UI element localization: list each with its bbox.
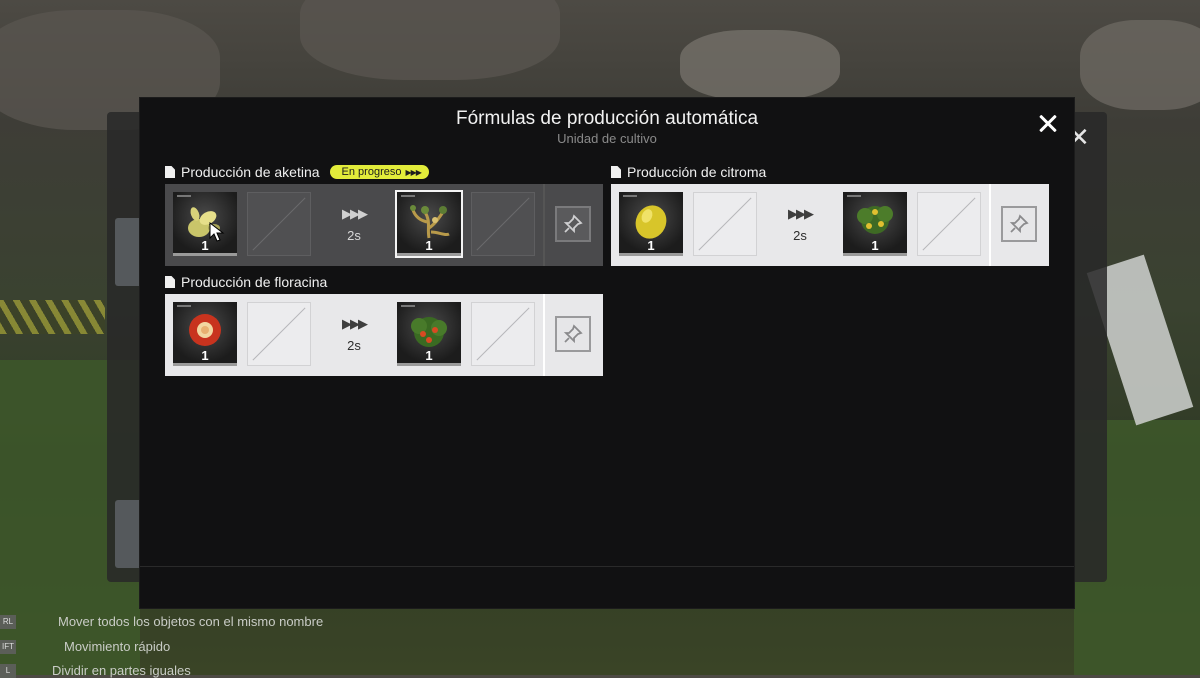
input-slot[interactable]: 1 — [173, 192, 237, 256]
production-formulas-dialog: Fórmulas de producción automática Unidad… — [140, 98, 1074, 608]
pin-icon — [563, 324, 583, 344]
key-hint: IFT — [0, 640, 16, 654]
item-tag — [177, 305, 191, 307]
process-time: 2s — [347, 228, 361, 243]
empty-output-slot — [917, 192, 981, 256]
empty-output-slot — [471, 192, 535, 256]
storage-tab-icon[interactable] — [115, 500, 143, 568]
pin-button[interactable] — [555, 316, 591, 352]
formula-row: 1 ▶▶▶ 2s 1 — [611, 184, 1049, 266]
hint-move-all: Mover todos los objetos con el mismo nom… — [58, 614, 324, 629]
item-tag — [401, 195, 415, 197]
pin-area — [989, 184, 1049, 266]
empty-input-slot — [247, 302, 311, 366]
pin-icon — [1009, 214, 1029, 234]
process-indicator: ▶▶▶ 2s — [329, 206, 379, 243]
process-time: 2s — [793, 228, 807, 243]
item-count: 1 — [871, 238, 879, 253]
item-tag — [847, 195, 861, 197]
item-count: 1 — [425, 238, 433, 253]
empty-input-slot — [247, 192, 311, 256]
empty-input-slot — [693, 192, 757, 256]
item-tag — [177, 195, 191, 197]
footer-divider — [140, 566, 1074, 567]
close-button[interactable] — [1033, 108, 1063, 138]
briefcase-tab-icon[interactable] — [115, 218, 143, 286]
input-slot[interactable]: 1 — [173, 302, 237, 366]
progress-arrows-icon: ▶▶▶ — [405, 167, 422, 177]
citroma-seed-icon — [635, 205, 667, 239]
formula-name: Producción de citroma — [627, 164, 767, 180]
pin-button[interactable] — [555, 206, 591, 242]
formula-aketina: Producción de aketina En progreso ▶▶▶ 1 — [165, 163, 603, 266]
formula-citroma: Producción de citroma 1 ▶▶▶ 2s 1 — [611, 163, 1049, 266]
process-time: 2s — [347, 338, 361, 353]
rock — [1080, 20, 1200, 110]
hint-split-equal: Dividir en partes iguales — [52, 663, 191, 678]
item-count: 1 — [201, 348, 209, 363]
pin-area — [543, 294, 603, 376]
item-count: 1 — [201, 238, 209, 253]
aketina-plant-icon — [410, 205, 450, 239]
output-slot[interactable]: 1 — [843, 192, 907, 256]
pin-button[interactable] — [1001, 206, 1037, 242]
status-badge-label: En progreso — [341, 166, 402, 178]
document-icon — [165, 166, 175, 178]
arrows-icon: ▶▶▶ — [342, 206, 368, 221]
rock — [300, 0, 560, 80]
pin-area — [543, 184, 603, 266]
dialog-title: Fórmulas de producción automática — [455, 108, 759, 129]
item-tag — [401, 305, 415, 307]
item-count: 1 — [425, 348, 433, 363]
formula-name: Producción de floracina — [181, 274, 328, 290]
process-indicator: ▶▶▶ 2s — [329, 316, 379, 353]
item-count: 1 — [647, 238, 655, 253]
floracina-seed-icon — [189, 314, 221, 346]
item-tag — [623, 195, 637, 197]
key-hint: RL — [0, 615, 16, 629]
empty-output-slot — [471, 302, 535, 366]
formula-row: 1 ▶▶▶ 2s 1 — [165, 184, 603, 266]
dialog-subtitle: Unidad de cultivo — [557, 131, 657, 146]
document-icon — [611, 166, 621, 178]
rock — [680, 30, 840, 100]
hint-quick-move: Movimiento rápido — [64, 639, 171, 654]
key-hint: L — [0, 664, 16, 678]
formula-row: 1 ▶▶▶ 2s 1 — [165, 294, 603, 376]
hazard-stripe — [0, 300, 105, 334]
arrows-icon: ▶▶▶ — [342, 316, 368, 331]
status-badge: En progreso ▶▶▶ — [329, 165, 429, 179]
citroma-plant-icon — [857, 206, 893, 234]
arrows-icon: ▶▶▶ — [788, 206, 814, 221]
floracina-plant-icon — [411, 317, 447, 347]
document-icon — [165, 276, 175, 288]
output-slot[interactable]: 1 — [395, 190, 463, 258]
pin-icon — [563, 214, 583, 234]
formula-name: Producción de aketina — [181, 164, 320, 180]
formula-floracina: Producción de floracina 1 ▶▶▶ 2s 1 — [165, 273, 603, 376]
input-slot[interactable]: 1 — [619, 192, 683, 256]
output-slot[interactable]: 1 — [397, 302, 461, 366]
process-indicator: ▶▶▶ 2s — [775, 206, 825, 243]
